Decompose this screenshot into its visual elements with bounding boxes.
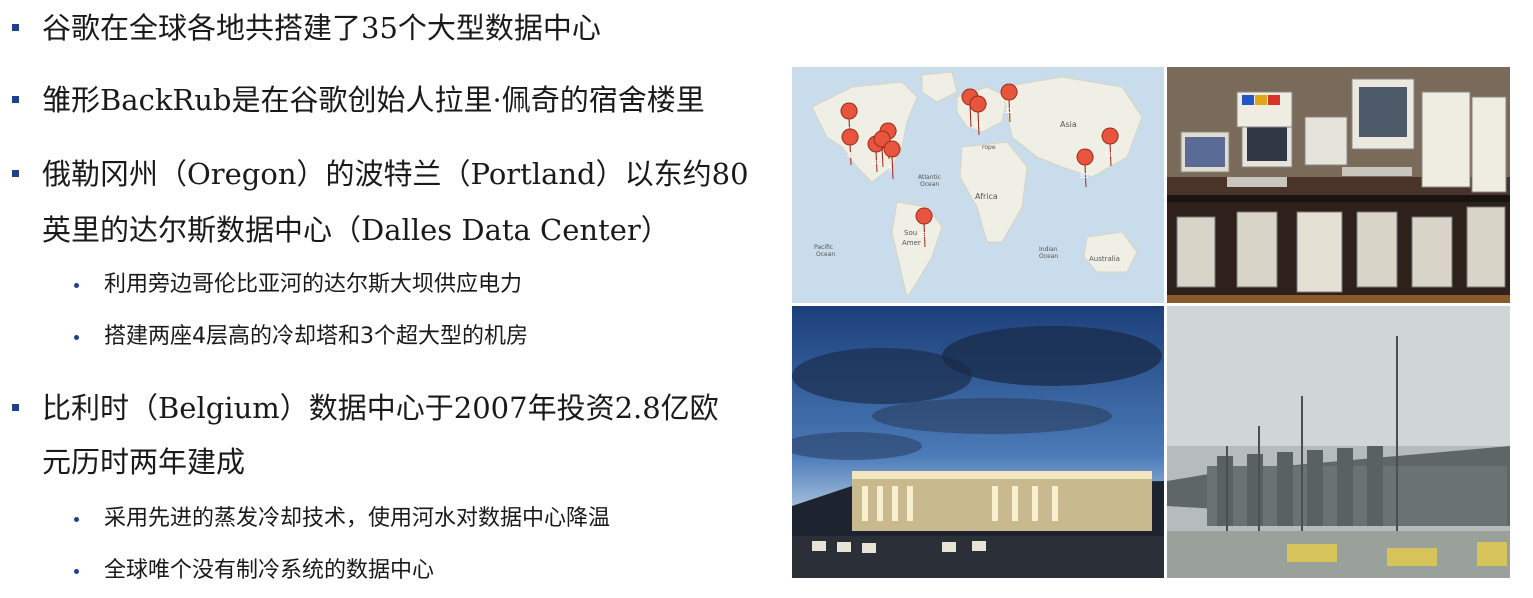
map-label-asia: Asia — [1060, 120, 1077, 129]
map-label-atlantic: Atlantic — [918, 174, 941, 181]
dot-bullet-icon — [74, 283, 79, 288]
bullet-text: 比利时（Belgium）数据中心于2007年投资2.8亿欧 — [42, 391, 719, 425]
map-label-europe: rope — [982, 144, 996, 151]
sub-bullet-text: 采用先进的蒸发冷却技术，使用河水对数据中心降温 — [104, 506, 611, 531]
square-bullet-icon — [12, 170, 19, 177]
map-label-indian: Indian — [1039, 246, 1058, 253]
data-center-night-image — [792, 306, 1164, 578]
map-label-indian-ocean: Ocean — [1039, 253, 1058, 260]
dot-bullet-icon — [74, 335, 79, 340]
early-server-lab-image — [1167, 67, 1510, 303]
map-pin-label: 4 — [847, 151, 852, 160]
dot-bullet-icon — [74, 569, 79, 574]
sub-bullet-text: 搭建两座4层高的冷却塔和3个超大型的机房 — [104, 324, 528, 349]
bullet-text-continuation: 英里的达尔斯数据中心（Dalles Data Center） — [42, 213, 670, 247]
map-pin-label: 14 — [870, 159, 879, 167]
bullet-text: 雏形BackRub是在谷歌创始人拉里·佩奇的宿舍楼里 — [42, 83, 705, 117]
map-label-amer: Amer — [902, 239, 921, 247]
sub-bullet-text: 利用旁边哥伦比亚河的达尔斯大坝供应电力 — [104, 272, 523, 297]
map-pin-label: 33 — [918, 231, 927, 239]
square-bullet-icon — [12, 404, 19, 411]
map-pin-label: 35 — [1079, 172, 1088, 180]
dot-bullet-icon — [74, 517, 79, 522]
map-pin-label: 34 — [1104, 151, 1113, 159]
sub-bullet-text: 全球唯个没有制冷系统的数据中心 — [104, 558, 435, 583]
square-bullet-icon — [12, 96, 19, 103]
map-label-pacific-ocean: Ocean — [816, 251, 835, 258]
map-label-south: Sou — [904, 229, 917, 237]
map-pin-label: 32 — [1004, 107, 1013, 115]
bullet-text: 俄勒冈州（Oregon）的波特兰（Portland）以东约80 — [42, 157, 749, 191]
map-pin-label: 5 — [888, 165, 892, 173]
world-map-image: Asia Africa Atlantic Ocean rope Sou Amer… — [792, 67, 1164, 303]
photo-collage: Asia Africa Atlantic Ocean rope Sou Amer… — [792, 67, 1510, 578]
square-bullet-icon — [12, 24, 19, 31]
map-pin-label: 31 — [974, 121, 983, 129]
map-label-australia: Australia — [1089, 255, 1120, 263]
bullet-text-continuation: 元历时两年建成 — [42, 445, 246, 479]
map-label-africa: Africa — [975, 192, 998, 201]
map-label-pacific: Pacific — [814, 244, 833, 251]
bullet-text: 谷歌在全球各地共搭建了35个大型数据中心 — [42, 11, 601, 45]
map-label-atlantic-ocean: Ocean — [920, 181, 939, 188]
data-center-day-image — [1167, 306, 1510, 578]
